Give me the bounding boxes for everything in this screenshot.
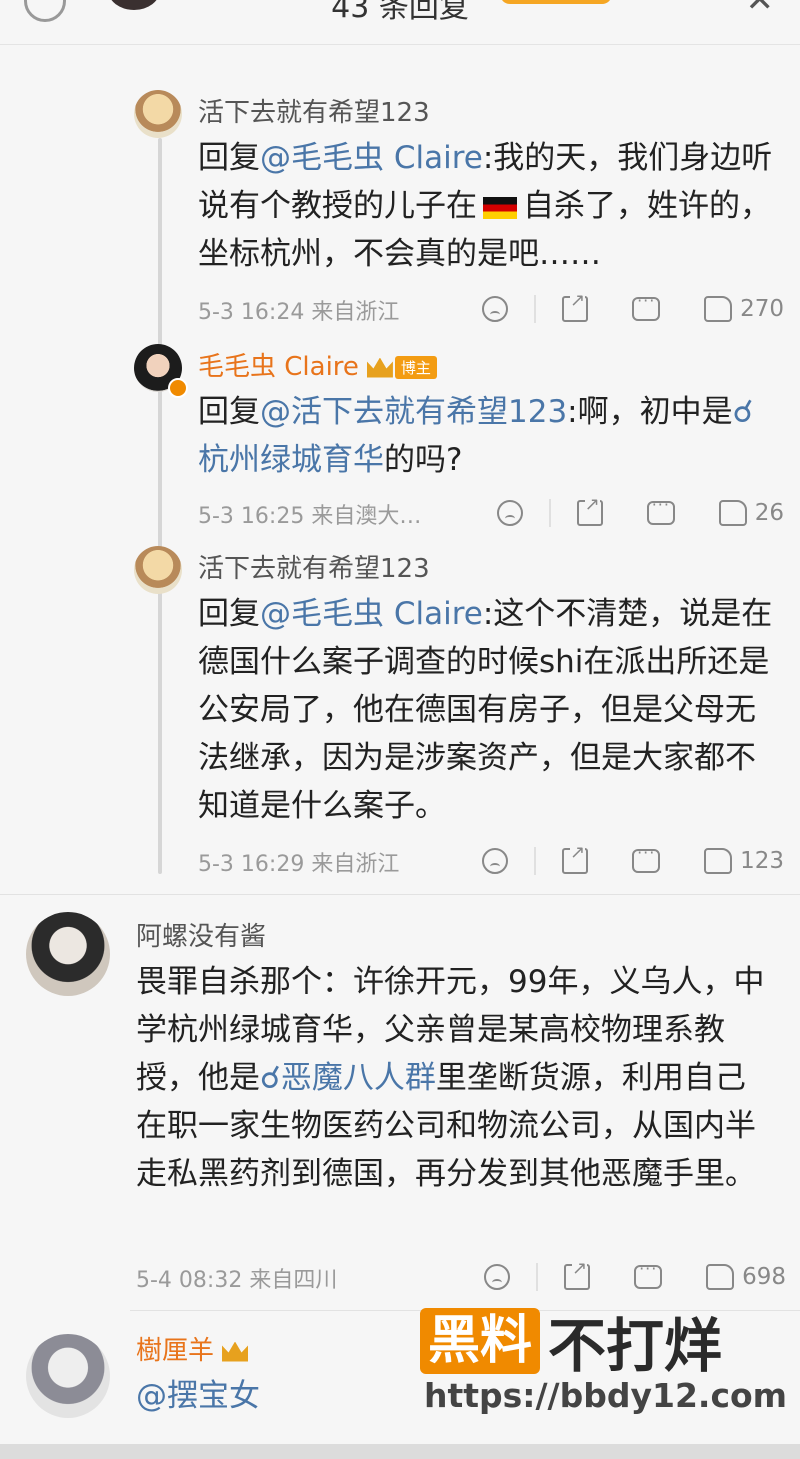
like-count: 26 xyxy=(754,500,784,526)
comment-icon[interactable] xyxy=(646,495,675,525)
search-icon: ☌ xyxy=(260,1060,281,1096)
crown-icon xyxy=(366,357,393,378)
search-link[interactable]: ☌恶魔八人群 xyxy=(260,1060,436,1096)
divider xyxy=(536,1263,539,1291)
reply-text: 回复@毛毛虫 Claire:这个不清楚，说是在德国什么案子调查的时候shi在派出… xyxy=(198,590,778,830)
sad-face-icon[interactable] xyxy=(484,1264,511,1290)
reply-text: 回复@毛毛虫 Claire:我的天，我们身边听说有个教授的儿子在 自杀了，姓许的，… xyxy=(198,134,778,278)
close-icon[interactable]: ✕ xyxy=(746,0,775,20)
watermark-text: 不打烊 xyxy=(548,1312,723,1380)
divider xyxy=(548,499,551,527)
comment-text: 畏罪自杀那个：许徐开元，99年，义乌人，中学杭州绿城育华，父亲曾是某高校物理系教… xyxy=(136,958,776,1198)
search-term[interactable]: 杭州绿城育华 xyxy=(198,442,384,478)
like-count: 123 xyxy=(740,848,784,874)
sad-face-icon[interactable] xyxy=(482,848,509,874)
crown-icon xyxy=(222,1341,249,1362)
reply-text-part: :啊，初中是 xyxy=(567,394,733,430)
action-bar: 123 xyxy=(482,842,784,876)
search-term[interactable]: 恶魔八人群 xyxy=(281,1060,436,1096)
reply-item: 毛毛虫 Claire 博主 回复@活下去就有希望123:啊，初中是☌ 杭州绿城育华的… xyxy=(134,344,784,540)
comment-item: 阿螺没有酱 畏罪自杀那个：许徐开元，99年，义乌人，中学杭州绿城育华，父亲曾是某… xyxy=(26,912,786,1304)
thumbs-up-icon[interactable] xyxy=(706,1264,735,1290)
like-count: 698 xyxy=(742,1264,786,1290)
thumbs-up-icon[interactable] xyxy=(718,500,747,526)
share-icon[interactable] xyxy=(576,494,603,526)
watermark-url: https://bbdy12.com xyxy=(424,1376,788,1415)
share-icon[interactable] xyxy=(564,1258,591,1290)
author-tag: 博主 xyxy=(394,356,437,379)
like-count: 270 xyxy=(740,296,784,322)
comment-username[interactable]: 阿螺没有酱 xyxy=(136,916,266,953)
sad-face-icon[interactable] xyxy=(482,296,509,322)
sad-face-icon[interactable] xyxy=(496,500,523,526)
comment-icon[interactable] xyxy=(632,291,661,321)
watermark: 黑料 不打烊 xyxy=(420,1306,722,1380)
thumbs-up-icon[interactable] xyxy=(704,848,733,874)
status-pill xyxy=(500,0,612,4)
reply-item: 活下去就有希望123 回复@毛毛虫 Claire:这个不清楚，说是在德国什么案子… xyxy=(134,546,784,886)
cropped-previous-row xyxy=(196,30,776,50)
comment-meta: 5-4 08:32 来自四川 xyxy=(136,1268,338,1293)
mention-link[interactable]: @活下去就有希望123 xyxy=(260,394,567,430)
action-bar: 26 xyxy=(496,494,784,528)
comment-username[interactable]: 樹厘羊 xyxy=(136,1330,249,1367)
avatar[interactable] xyxy=(134,546,182,594)
comment-icon[interactable] xyxy=(632,843,661,873)
action-bar: 270 xyxy=(482,290,784,324)
reply-meta: 5-3 16:25 来自澳大… xyxy=(198,504,422,529)
search-icon: ☌ xyxy=(732,394,754,430)
reply-prefix: 回复 xyxy=(198,140,260,176)
input-bar xyxy=(0,1444,800,1459)
reply-item: 活下去就有希望123 回复@毛毛虫 Claire:我的天，我们身边听说有个教授的… xyxy=(134,90,784,330)
avatar[interactable] xyxy=(134,90,182,138)
reply-prefix: 回复 xyxy=(198,596,260,632)
avatar[interactable] xyxy=(26,1334,110,1418)
reply-text: 回复@活下去就有希望123:啊，初中是☌ 杭州绿城育华的吗? xyxy=(198,388,778,484)
thumbs-up-icon[interactable] xyxy=(704,296,733,322)
mention-link[interactable]: @毛毛虫 Claire xyxy=(260,596,483,632)
author-name[interactable]: 樹厘羊 xyxy=(136,1336,214,1366)
reply-username[interactable]: 毛毛虫 Claire 博主 xyxy=(198,346,437,383)
share-icon[interactable] xyxy=(562,290,589,322)
reply-username[interactable]: 活下去就有希望123 xyxy=(198,92,430,129)
reply-text-part: 的吗? xyxy=(384,442,463,478)
page-title: 43 条回复 xyxy=(331,0,469,25)
reply-username[interactable]: 活下去就有希望123 xyxy=(198,548,430,585)
germany-flag-icon xyxy=(483,196,517,219)
reply-meta: 5-3 16:29 来自浙江 xyxy=(198,852,400,877)
action-bar: 698 xyxy=(484,1258,786,1292)
divider xyxy=(0,894,800,895)
divider xyxy=(534,295,537,323)
reply-meta: 5-3 16:24 来自浙江 xyxy=(198,300,400,325)
avatar[interactable] xyxy=(26,912,110,996)
share-icon[interactable] xyxy=(562,842,589,874)
reply-prefix: 回复 xyxy=(198,394,260,430)
divider xyxy=(534,847,537,875)
mention-link[interactable]: @毛毛虫 Claire xyxy=(260,140,483,176)
verified-badge-icon xyxy=(168,378,188,398)
author-name[interactable]: 毛毛虫 Claire xyxy=(198,352,359,382)
comment-icon[interactable] xyxy=(634,1259,663,1289)
watermark-badge: 黑料 xyxy=(420,1308,541,1374)
